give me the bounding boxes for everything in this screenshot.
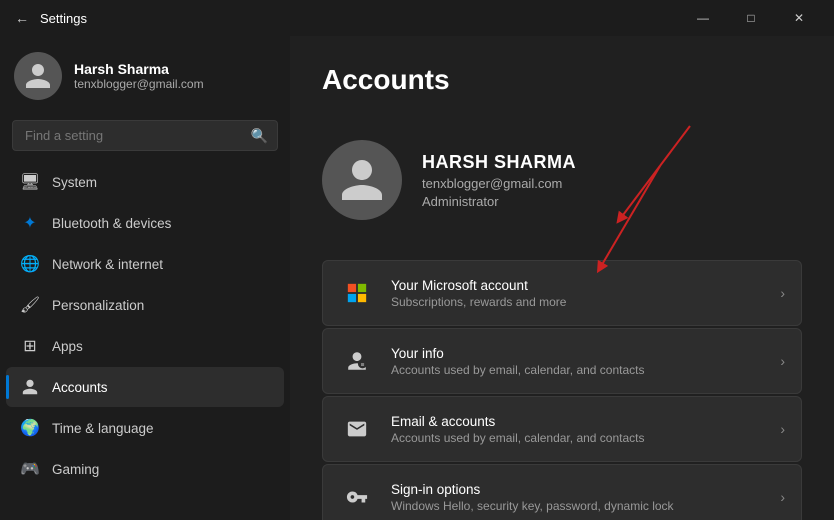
signin-icon: [339, 479, 375, 515]
sidebar-label-personalization: Personalization: [52, 298, 144, 313]
bluetooth-icon: ✦: [20, 213, 40, 233]
profile-avatar-large: [322, 140, 402, 220]
time-icon: 🌍: [20, 418, 40, 438]
sidebar-item-gaming[interactable]: 🎮 Gaming: [6, 449, 284, 489]
settings-item-subtitle-signin: Windows Hello, security key, password, d…: [391, 499, 764, 513]
search-icon: 🔍: [251, 127, 268, 144]
settings-item-text-microsoft: Your Microsoft account Subscriptions, re…: [391, 278, 764, 309]
user-avatar-icon: [23, 61, 53, 91]
sidebar-item-personalization[interactable]: 🖌 Personalization: [6, 285, 284, 325]
titlebar: ← Settings — □ ✕: [0, 0, 834, 36]
chevron-right-icon-2: ›: [780, 353, 785, 369]
sidebar-label-apps: Apps: [52, 339, 83, 354]
sidebar-profile[interactable]: Harsh Sharma tenxblogger@gmail.com: [0, 36, 290, 116]
chevron-right-icon: ›: [780, 285, 785, 301]
microsoft-icon: [339, 275, 375, 311]
settings-item-text-signin: Sign-in options Windows Hello, security …: [391, 482, 764, 513]
content-area: Accounts HARSH SHARMA tenxblogger@gmail.…: [290, 36, 834, 520]
sidebar-item-network[interactable]: 🌐 Network & internet: [6, 244, 284, 284]
main-layout: Harsh Sharma tenxblogger@gmail.com 🔍 🖥 S…: [0, 36, 834, 520]
apps-icon: ⊞: [20, 336, 40, 356]
svg-text:≡: ≡: [361, 362, 365, 369]
profile-card: HARSH SHARMA tenxblogger@gmail.com Admin…: [322, 124, 802, 236]
app-title: Settings: [40, 11, 87, 26]
settings-item-email-accounts[interactable]: Email & accounts Accounts used by email,…: [322, 396, 802, 462]
titlebar-left: ← Settings: [12, 8, 87, 28]
sidebar: Harsh Sharma tenxblogger@gmail.com 🔍 🖥 S…: [0, 36, 290, 520]
nav-list: 🖥 System ✦ Bluetooth & devices 🌐 Network…: [0, 161, 290, 490]
settings-item-microsoft-account[interactable]: Your Microsoft account Subscriptions, re…: [322, 260, 802, 326]
settings-item-signin[interactable]: Sign-in options Windows Hello, security …: [322, 464, 802, 520]
settings-item-subtitle-email: Accounts used by email, calendar, and co…: [391, 431, 764, 445]
profile-name: HARSH SHARMA: [422, 152, 576, 173]
close-button[interactable]: ✕: [776, 2, 822, 34]
chevron-right-icon-3: ›: [780, 421, 785, 437]
sidebar-item-accounts[interactable]: Accounts: [6, 367, 284, 407]
personalization-icon: 🖌: [20, 295, 40, 315]
sidebar-profile-email: tenxblogger@gmail.com: [74, 77, 204, 91]
sidebar-item-apps[interactable]: ⊞ Apps: [6, 326, 284, 366]
settings-item-title-your-info: Your info: [391, 346, 764, 361]
email-icon: [339, 411, 375, 447]
maximize-button[interactable]: □: [728, 2, 774, 34]
settings-item-text-email: Email & accounts Accounts used by email,…: [391, 414, 764, 445]
settings-item-title-email: Email & accounts: [391, 414, 764, 429]
sidebar-label-network: Network & internet: [52, 257, 163, 272]
sidebar-search-container: 🔍: [12, 120, 278, 151]
window-controls: — □ ✕: [680, 2, 822, 34]
settings-item-title-signin: Sign-in options: [391, 482, 764, 497]
accounts-icon: [20, 377, 40, 397]
sidebar-item-time[interactable]: 🌍 Time & language: [6, 408, 284, 448]
profile-role: Administrator: [422, 194, 576, 209]
gaming-icon: 🎮: [20, 459, 40, 479]
profile-info: HARSH SHARMA tenxblogger@gmail.com Admin…: [422, 152, 576, 209]
sidebar-label-gaming: Gaming: [52, 462, 99, 477]
back-button[interactable]: ←: [12, 8, 32, 28]
sidebar-item-bluetooth[interactable]: ✦ Bluetooth & devices: [6, 203, 284, 243]
settings-item-subtitle-your-info: Accounts used by email, calendar, and co…: [391, 363, 764, 377]
profile-email: tenxblogger@gmail.com: [422, 176, 576, 191]
chevron-right-icon-4: ›: [780, 489, 785, 505]
system-icon: 🖥: [20, 172, 40, 192]
network-icon: 🌐: [20, 254, 40, 274]
sidebar-profile-name: Harsh Sharma: [74, 61, 204, 77]
sidebar-label-time: Time & language: [52, 421, 154, 436]
your-info-icon: ≡: [339, 343, 375, 379]
settings-item-subtitle-microsoft: Subscriptions, rewards and more: [391, 295, 764, 309]
profile-avatar-icon: [337, 155, 387, 205]
settings-list: Your Microsoft account Subscriptions, re…: [322, 260, 802, 520]
settings-item-title-microsoft: Your Microsoft account: [391, 278, 764, 293]
settings-item-your-info[interactable]: ≡ Your info Accounts used by email, cale…: [322, 328, 802, 394]
minimize-button[interactable]: —: [680, 2, 726, 34]
sidebar-label-system: System: [52, 175, 97, 190]
settings-item-text-your-info: Your info Accounts used by email, calend…: [391, 346, 764, 377]
sidebar-label-accounts: Accounts: [52, 380, 108, 395]
sidebar-item-system[interactable]: 🖥 System: [6, 162, 284, 202]
sidebar-profile-info: Harsh Sharma tenxblogger@gmail.com: [74, 61, 204, 91]
sidebar-label-bluetooth: Bluetooth & devices: [52, 216, 171, 231]
sidebar-avatar: [14, 52, 62, 100]
search-input[interactable]: [12, 120, 278, 151]
page-title: Accounts: [322, 64, 802, 96]
